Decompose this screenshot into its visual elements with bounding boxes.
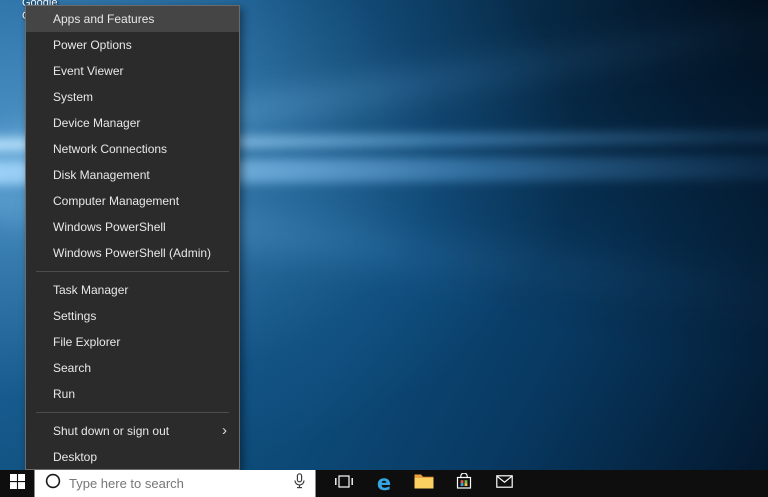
menu-item-label: System [53,90,93,104]
menu-separator [36,271,229,272]
menu-item-label: Settings [53,309,96,323]
cortana-circle-icon[interactable] [45,473,61,494]
menu-item-power-options[interactable]: Power Options [26,32,239,58]
menu-item-task-manager[interactable]: Task Manager [26,277,239,303]
menu-item-run[interactable]: Run [26,381,239,407]
edge-button[interactable]: e [364,470,404,497]
menu-item-label: Event Viewer [53,64,123,78]
microphone-icon[interactable] [293,473,306,494]
menu-item-label: Desktop [53,450,97,464]
menu-item-windows-powershell[interactable]: Windows PowerShell [26,214,239,240]
file-explorer-button[interactable] [404,470,444,497]
menu-item-label: Disk Management [53,168,150,182]
store-icon [456,473,472,494]
menu-item-label: Task Manager [53,283,128,297]
menu-item-windows-powershell-admin[interactable]: Windows PowerShell (Admin) [26,240,239,266]
file-explorer-icon [414,473,434,494]
menu-item-event-viewer[interactable]: Event Viewer [26,58,239,84]
menu-item-computer-management[interactable]: Computer Management [26,188,239,214]
menu-item-network-connections[interactable]: Network Connections [26,136,239,162]
store-button[interactable] [444,470,484,497]
menu-item-label: Network Connections [53,142,167,156]
search-input[interactable] [69,476,284,491]
taskbar: e [0,470,768,497]
mail-button[interactable] [484,470,524,497]
submenu-arrow-icon: › [222,423,227,438]
task-view-button[interactable] [324,470,364,497]
menu-item-label: Computer Management [53,194,179,208]
taskbar-search-box[interactable] [34,470,316,497]
menu-item-device-manager[interactable]: Device Manager [26,110,239,136]
menu-item-label: Apps and Features [53,12,154,26]
menu-item-label: Windows PowerShell [53,220,166,234]
menu-item-label: Device Manager [53,116,140,130]
mail-icon [496,475,513,493]
win-x-menu: Apps and Features Power Options Event View… [25,5,240,470]
menu-item-shut-down-or-sign-out[interactable]: Shut down or sign out › [26,418,239,444]
edge-icon: e [377,473,391,494]
task-view-icon [335,474,353,494]
menu-item-label: Power Options [53,38,132,52]
menu-item-desktop[interactable]: Desktop [26,444,239,470]
menu-item-label: Run [53,387,75,401]
menu-item-label: Search [53,361,91,375]
menu-item-system[interactable]: System [26,84,239,110]
menu-item-disk-management[interactable]: Disk Management [26,162,239,188]
menu-item-label: File Explorer [53,335,120,349]
menu-item-apps-and-features[interactable]: Apps and Features [26,6,239,32]
menu-item-search[interactable]: Search [26,355,239,381]
taskbar-spacer [316,470,324,497]
menu-item-label: Windows PowerShell (Admin) [53,246,211,260]
menu-item-label: Shut down or sign out [53,424,169,438]
start-button[interactable] [0,470,34,497]
start-icon [10,474,25,494]
menu-separator [36,412,229,413]
menu-item-settings[interactable]: Settings [26,303,239,329]
menu-item-file-explorer[interactable]: File Explorer [26,329,239,355]
